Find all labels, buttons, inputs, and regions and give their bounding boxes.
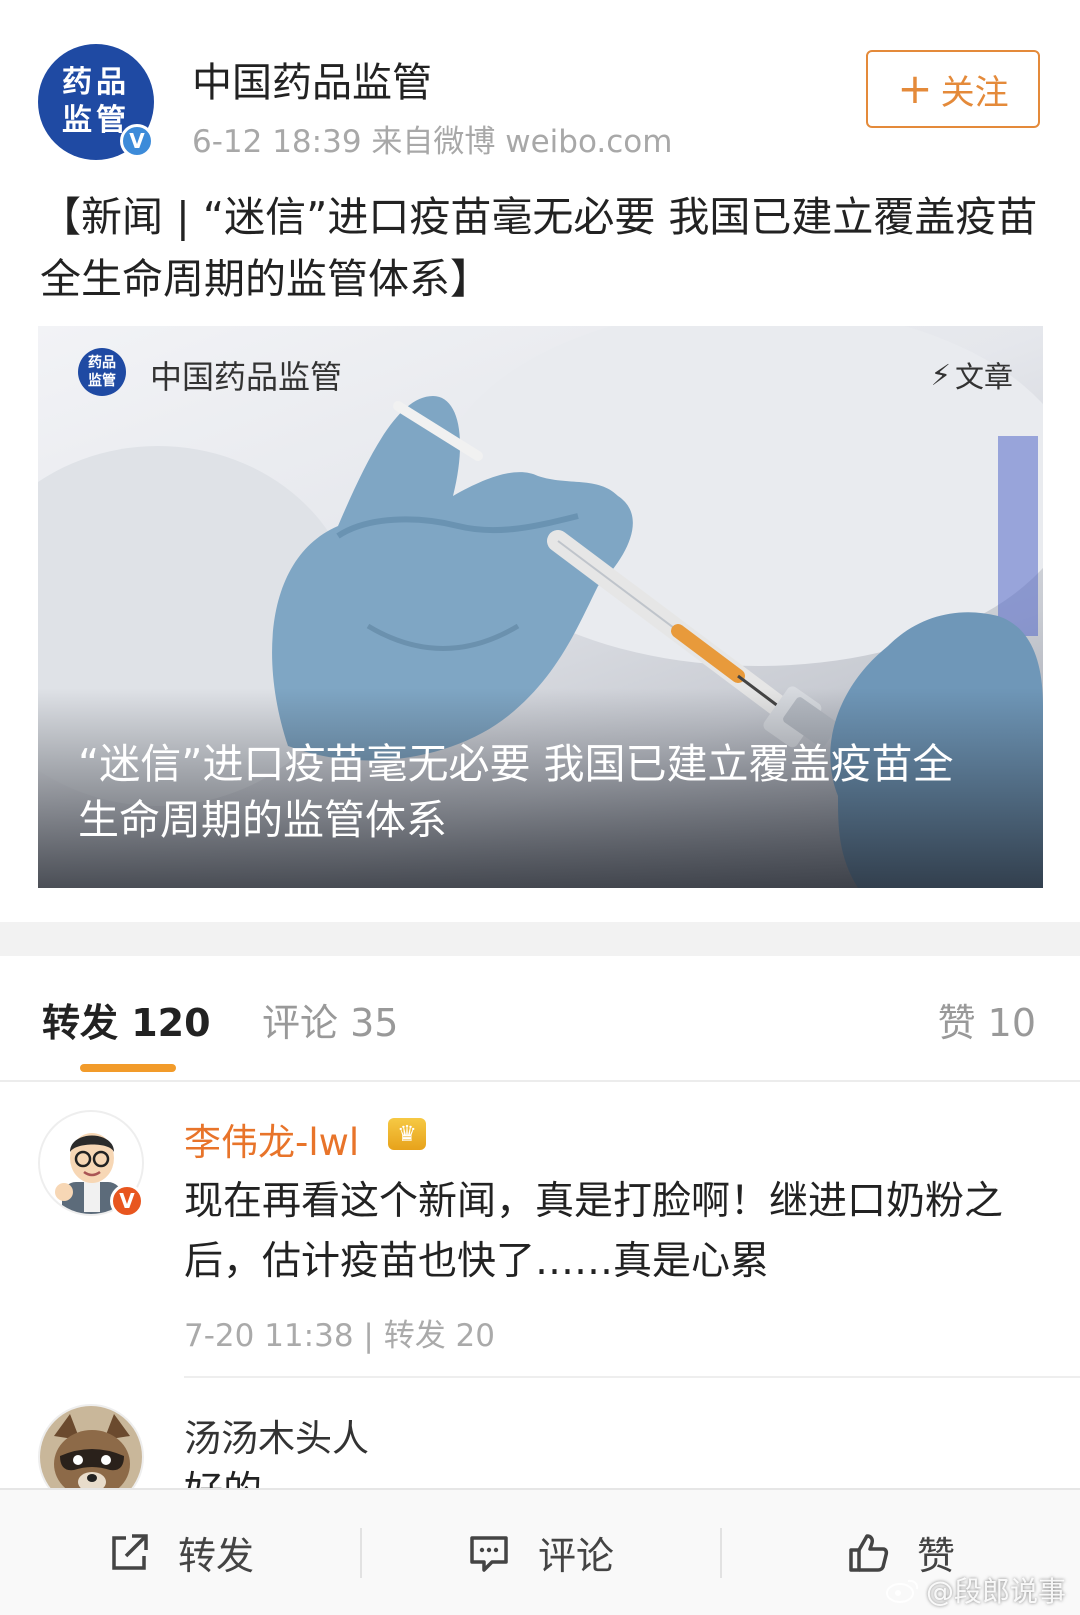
author-name[interactable]: 中国药品监管	[192, 50, 432, 108]
post-meta: 6-12 18:39 来自微博 weibo.com	[192, 124, 673, 160]
comment-button[interactable]: 评论	[360, 1490, 720, 1615]
repost-label: 转发	[177, 1534, 254, 1578]
follow-button[interactable]: + 关注	[866, 50, 1040, 128]
post-headline: 【新闻 | “迷信”进口疫苗毫无必要 我国已建立覆盖疫苗全生命周期的监管体系】	[40, 193, 1038, 303]
avatar-text-line-2: 监管	[62, 103, 130, 138]
weibo-logo-icon	[885, 1579, 919, 1603]
card-type-label: 文章	[954, 360, 1013, 394]
card-logo-line-1: 药品	[88, 355, 116, 371]
comment-label: 评论	[537, 1534, 614, 1578]
repost-text: 现在再看这个新闻，真是打脸啊！继进口奶粉之后，估计疫苗也快了……真是心累	[184, 1179, 1004, 1284]
thumbs-up-icon	[849, 1533, 889, 1572]
card-source-logo: 药品 监管	[78, 348, 126, 396]
tab-likes[interactable]: 赞 10	[938, 992, 1036, 1047]
comment-icon	[470, 1535, 508, 1572]
row-divider	[184, 1376, 1080, 1378]
tabs-divider	[0, 1080, 1080, 1082]
active-tab-indicator	[80, 1064, 176, 1072]
lightning-icon: ⚡	[930, 358, 951, 392]
verified-badge-icon: V	[110, 1184, 144, 1218]
watermark: @段郎说事	[885, 1570, 1066, 1610]
repost-button[interactable]: 转发	[0, 1490, 360, 1615]
card-type: ⚡ 文章	[931, 354, 1013, 396]
plus-icon: +	[897, 64, 933, 113]
repost-meta: 7-20 11:38 | 转发 20	[184, 1318, 495, 1354]
repost-author-name[interactable]: 汤汤木头人	[184, 1408, 369, 1462]
verified-badge-icon: V	[120, 124, 154, 158]
card-source-name: 中国药品监管	[150, 358, 343, 396]
tab-reposts[interactable]: 转发 120	[42, 992, 211, 1047]
tab-comments[interactable]: 评论 35	[262, 992, 398, 1047]
watermark-text: @段郎说事	[925, 1575, 1066, 1608]
interaction-tabs: 转发 120 评论 35 赞 10	[0, 960, 1080, 1080]
crown-badge-icon: ♛	[388, 1118, 426, 1150]
follow-label: 关注	[940, 72, 1009, 113]
card-title: “迷信”进口疫苗毫无必要 我国已建立覆盖疫苗全生命周期的监管体系	[78, 740, 954, 844]
section-divider	[0, 922, 1080, 956]
repost-author-name[interactable]: 李伟龙-lwl	[184, 1112, 359, 1166]
article-card[interactable]: 药品 监管 中国药品监管 ⚡ 文章 “迷信”进口疫苗毫无必要 我国已建立覆盖疫苗…	[38, 326, 1043, 888]
avatar-text-line-1: 药品	[62, 65, 130, 100]
share-icon	[112, 1533, 148, 1570]
card-logo-line-2: 监管	[88, 373, 116, 389]
